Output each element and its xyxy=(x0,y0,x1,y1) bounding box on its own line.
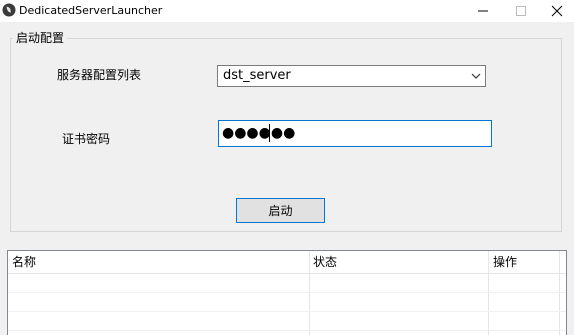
server-list-dropdown[interactable]: dst_server xyxy=(217,65,486,87)
close-button[interactable] xyxy=(540,0,574,22)
group-legend: 启动配置 xyxy=(13,31,68,45)
password-field[interactable]: ●●●●●● xyxy=(218,120,492,147)
password-label: 证书密码 xyxy=(62,132,111,146)
start-button[interactable]: 启动 xyxy=(236,198,325,223)
column-header-status[interactable]: 状态 xyxy=(313,251,488,273)
column-header-action[interactable]: 操作 xyxy=(493,251,563,273)
table-header: 名称 状态 操作 xyxy=(8,251,566,274)
maximize-button[interactable] xyxy=(503,0,537,22)
chevron-down-icon xyxy=(471,73,481,79)
text-caret xyxy=(269,124,270,142)
server-list-table[interactable]: 名称 状态 操作 xyxy=(7,250,567,335)
window-title: DedicatedServerLauncher xyxy=(19,4,163,17)
table-row xyxy=(8,312,566,331)
password-masked-value: ●●●●●● xyxy=(222,125,296,141)
column-header-name[interactable]: 名称 xyxy=(12,251,308,273)
table-row xyxy=(8,274,566,293)
app-icon xyxy=(2,3,16,17)
server-list-label: 服务器配置列表 xyxy=(57,68,142,82)
minimize-icon xyxy=(478,10,488,12)
app-window: DedicatedServerLauncher 启动配置 服务器配置列表 dst… xyxy=(0,0,574,335)
table-row xyxy=(8,293,566,312)
maximize-icon xyxy=(516,6,526,16)
title-bar[interactable]: DedicatedServerLauncher xyxy=(0,0,574,22)
minimize-button[interactable] xyxy=(466,0,500,22)
close-icon xyxy=(551,5,563,17)
server-list-selected-value: dst_server xyxy=(223,68,291,83)
